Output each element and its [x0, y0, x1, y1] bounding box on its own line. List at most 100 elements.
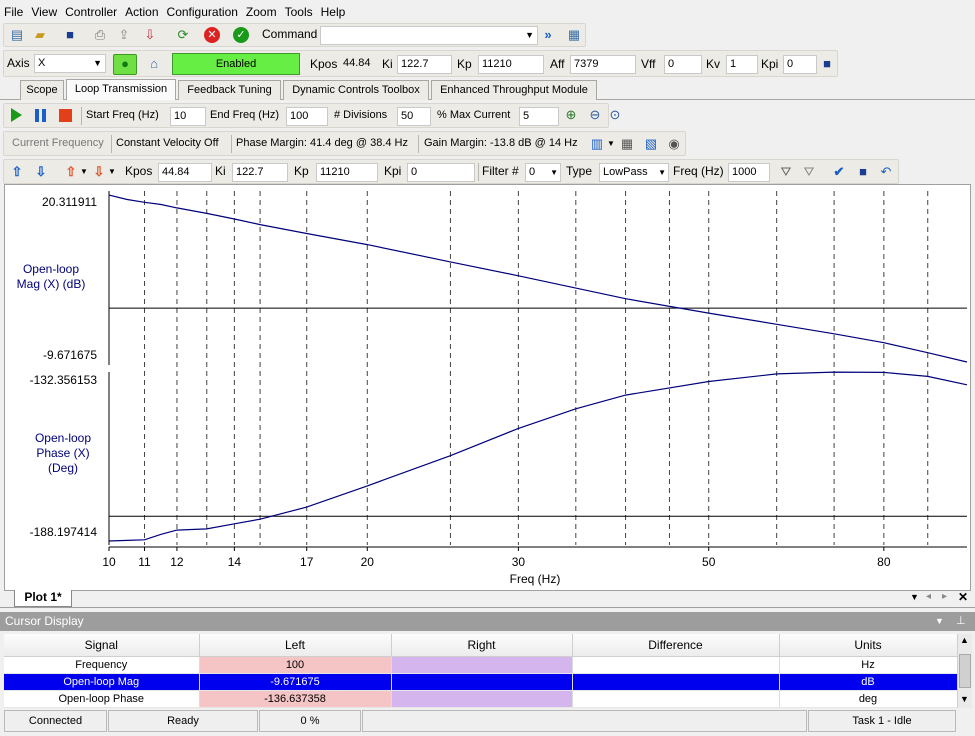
check-icon[interactable]: ✓: [233, 27, 249, 43]
col-left[interactable]: Left: [199, 634, 392, 657]
close-icon[interactable]: ✕: [958, 590, 968, 604]
zoom-in-icon[interactable]: ⊕: [562, 106, 580, 124]
filter-number-select[interactable]: 0 ▼: [525, 163, 561, 182]
status-connection: Connected: [4, 710, 107, 732]
kp-field[interactable]: 11210: [478, 55, 544, 74]
cursor-table-scrollbar[interactable]: ▲ ▼: [957, 634, 972, 708]
execute-icon[interactable]: »: [539, 26, 557, 44]
filter-type-select[interactable]: LowPass ▼: [599, 163, 669, 182]
checkmark-icon[interactable]: ✔: [830, 163, 848, 181]
menu-help[interactable]: Help: [317, 0, 350, 19]
ki-field[interactable]: 122.7: [397, 55, 452, 74]
tab-dynamic-controls[interactable]: Dynamic Controls Toolbox: [283, 80, 429, 100]
kv-field[interactable]: 1: [726, 55, 758, 74]
bode-plot[interactable]: 10 11 12 14 17 20 30 50 80: [5, 185, 970, 590]
filter-freq-input[interactable]: 1000: [728, 163, 770, 182]
col-right[interactable]: Right: [391, 634, 573, 657]
aff-field[interactable]: 7379: [570, 55, 636, 74]
chevron-down-icon[interactable]: ▼: [658, 164, 666, 181]
stop-square-icon[interactable]: [59, 109, 72, 122]
waveform-icon[interactable]: ▧: [642, 135, 660, 153]
tab-feedback-tuning[interactable]: Feedback Tuning: [178, 80, 281, 100]
save-icon[interactable]: ■: [818, 55, 836, 73]
tab-scope[interactable]: Scope: [20, 80, 64, 100]
kpi-label: Kpi: [761, 57, 779, 71]
new-file-icon[interactable]: ▤: [8, 26, 26, 44]
calculator-icon[interactable]: ▦: [565, 26, 583, 44]
scroll-left-icon[interactable]: ◂: [926, 591, 931, 602]
cell-left: -136.637358: [199, 690, 392, 708]
filter-ki-input[interactable]: 122.7: [232, 163, 288, 182]
save-icon[interactable]: ■: [854, 163, 872, 181]
plot-tab[interactable]: Plot 1*: [14, 590, 72, 607]
start-freq-input[interactable]: 10: [170, 107, 206, 126]
chevron-down-icon[interactable]: ▼: [93, 55, 102, 72]
print-icon[interactable]: ⎙: [91, 26, 109, 44]
upload-icon[interactable]: ⇪: [115, 26, 133, 44]
zoom-fit-icon[interactable]: ⊙: [606, 106, 624, 124]
connect-icon[interactable]: ●: [113, 54, 137, 75]
end-freq-input[interactable]: 100: [286, 107, 328, 126]
filter-kpos-input[interactable]: 44.84: [158, 163, 212, 182]
pin-icon[interactable]: ⊥: [956, 612, 966, 631]
menu-file[interactable]: File: [0, 0, 27, 19]
pause-icon[interactable]: [35, 109, 39, 122]
dropdown-icon[interactable]: ▼: [935, 612, 944, 631]
vff-field[interactable]: 0: [664, 55, 702, 74]
chevron-down-icon[interactable]: ▼: [550, 164, 558, 181]
kpi-field[interactable]: 0: [783, 55, 817, 74]
filter-clear-icon[interactable]: ⛛: [800, 163, 818, 181]
filter-apply-icon[interactable]: ⛛: [777, 163, 795, 181]
stop-icon[interactable]: ✕: [204, 27, 220, 43]
table-row[interactable]: Open-loop Phase -136.637358 deg: [4, 690, 958, 708]
col-difference[interactable]: Difference: [572, 634, 780, 657]
kpos-field[interactable]: 44.84: [340, 55, 378, 74]
bode-plot-panel[interactable]: 10 11 12 14 17 20 30 50 80 20.311911 -9.671675 -…: [4, 184, 971, 591]
x-tick-label: 17: [300, 555, 314, 569]
menu-tools[interactable]: Tools: [281, 0, 317, 19]
menu-configuration[interactable]: Configuration: [163, 0, 242, 19]
play-icon[interactable]: [11, 108, 22, 122]
col-units[interactable]: Units: [779, 634, 958, 657]
decrease-icon[interactable]: ⇩: [90, 163, 108, 181]
menu-action[interactable]: Action: [121, 0, 162, 19]
filter-kpi-input[interactable]: 0: [407, 163, 475, 182]
open-folder-icon[interactable]: ▰: [31, 26, 49, 44]
cell-right: [391, 690, 573, 708]
home-icon[interactable]: ⌂: [145, 55, 163, 73]
tab-loop-transmission[interactable]: Loop Transmission: [66, 79, 176, 100]
download-icon[interactable]: ⇩: [141, 26, 159, 44]
enabled-indicator[interactable]: Enabled: [172, 53, 300, 75]
increase-icon[interactable]: ⇧: [62, 163, 80, 181]
menu-zoom[interactable]: Zoom: [242, 0, 281, 19]
chevron-down-icon[interactable]: ▼: [525, 27, 534, 44]
filter-kp-input[interactable]: 11210: [316, 163, 378, 182]
col-signal[interactable]: Signal: [4, 634, 200, 657]
table-row[interactable]: Frequency 100 Hz: [4, 656, 958, 674]
tab-list-icon[interactable]: ▼: [910, 592, 919, 602]
zoom-out-icon[interactable]: ⊖: [586, 106, 604, 124]
undo-icon[interactable]: ↶: [877, 163, 895, 181]
eye-icon[interactable]: ◉: [665, 135, 683, 153]
refresh-icon[interactable]: ⟳: [174, 26, 192, 44]
menu-controller[interactable]: Controller: [61, 0, 121, 19]
scroll-right-icon[interactable]: ▸: [942, 591, 947, 602]
save-icon[interactable]: ■: [61, 26, 79, 44]
menu-view[interactable]: View: [27, 0, 61, 19]
chevron-down-icon[interactable]: ▼: [80, 167, 88, 176]
divisions-input[interactable]: 50: [397, 107, 431, 126]
axis-select[interactable]: X ▼: [34, 54, 106, 73]
tab-enhanced-throughput[interactable]: Enhanced Throughput Module: [431, 80, 597, 100]
arrow-up-icon[interactable]: ⇧: [8, 163, 26, 181]
scroll-up-icon[interactable]: ▲: [960, 635, 969, 645]
scroll-thumb[interactable]: [959, 654, 971, 688]
table-row[interactable]: Open-loop Mag -9.671675 dB: [4, 673, 958, 691]
grid-icon[interactable]: ▦: [618, 135, 636, 153]
chart-options-icon[interactable]: ▥: [588, 135, 606, 153]
max-current-input[interactable]: 5: [519, 107, 559, 126]
scroll-down-icon[interactable]: ▼: [960, 694, 969, 704]
chevron-down-icon[interactable]: ▼: [108, 167, 116, 176]
chevron-down-icon[interactable]: ▼: [607, 139, 615, 148]
command-input[interactable]: ▼: [320, 26, 538, 45]
arrow-down-icon[interactable]: ⇩: [32, 163, 50, 181]
